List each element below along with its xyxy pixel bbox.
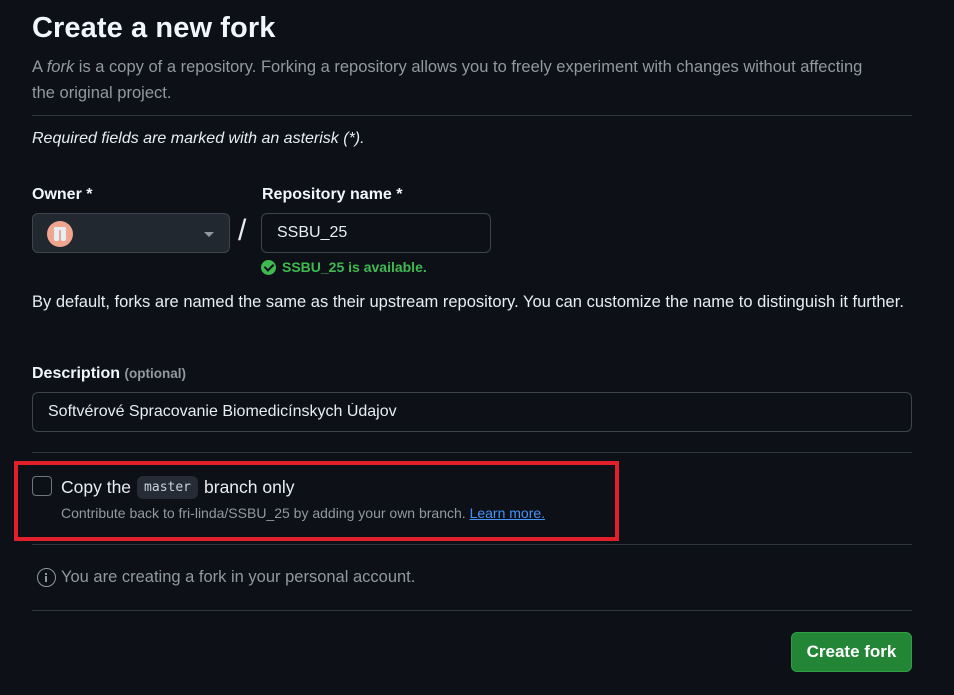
availability-status: SSBU_25 is available. [261, 259, 427, 275]
divider [32, 544, 912, 545]
divider [32, 610, 912, 611]
learn-more-link[interactable]: Learn more. [470, 505, 545, 521]
divider [32, 115, 912, 116]
optional-tag: (optional) [124, 366, 186, 381]
owner-repo-separator: / [238, 214, 247, 247]
highlight-box [14, 461, 619, 541]
info-icon [37, 568, 56, 587]
naming-hint: By default, forks are named the same as … [32, 293, 904, 311]
fork-term: fork [46, 58, 75, 76]
copy-branch-description: Contribute back to fri-linda/SSBU_25 by … [61, 505, 546, 521]
availability-text: SSBU_25 is available. [282, 259, 427, 275]
info-text: You are creating a fork in your personal… [61, 568, 416, 586]
create-fork-page: Create a new fork A fork is a copy of a … [0, 0, 954, 695]
divider [32, 452, 912, 453]
info-message: You are creating a fork in your personal… [37, 568, 415, 587]
required-note: Required fields are marked with an aster… [32, 130, 365, 147]
repository-name-input[interactable] [261, 213, 491, 253]
chevron-down-icon [204, 232, 214, 237]
avatar [47, 221, 73, 247]
page-subtitle: A fork is a copy of a repository. Forkin… [32, 58, 863, 102]
check-circle-icon [261, 259, 276, 275]
branch-name-code: master [137, 476, 199, 499]
copy-branch-checkbox[interactable] [32, 476, 52, 496]
repository-name-label: Repository name * [262, 186, 403, 203]
copy-branch-label[interactable]: Copy the master branch only [61, 476, 295, 499]
owner-label: Owner * [32, 186, 93, 203]
description-label: Description (optional) [32, 365, 186, 382]
create-fork-button[interactable]: Create fork [791, 632, 912, 672]
description-input[interactable] [32, 392, 912, 432]
page-title: Create a new fork [32, 12, 276, 44]
owner-select[interactable] [32, 213, 230, 253]
